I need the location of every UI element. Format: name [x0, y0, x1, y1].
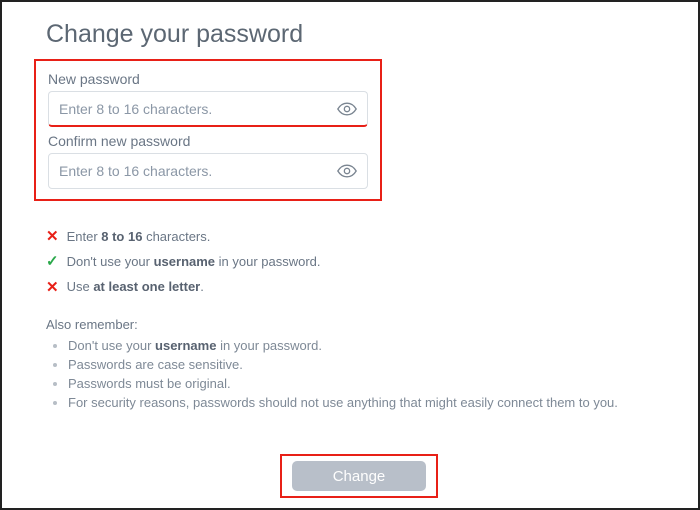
remember-list: Don't use your username in your password… — [46, 338, 654, 410]
check-icon: ✓ — [46, 250, 59, 273]
x-icon: ✕ — [46, 276, 59, 299]
list-item: Don't use your username in your password… — [68, 338, 654, 353]
validation-rules: ✕ Enter 8 to 16 characters. ✓ Don't use … — [46, 225, 654, 299]
confirm-password-input-wrap — [48, 153, 368, 189]
rule-letter: ✕ Use at least one letter. — [46, 276, 654, 299]
confirm-password-input[interactable] — [49, 163, 337, 179]
new-password-label: New password — [48, 71, 368, 87]
list-item: For security reasons, passwords should n… — [68, 395, 654, 410]
submit-button-region: Change — [280, 454, 438, 498]
new-password-input-wrap — [48, 91, 368, 127]
new-password-input[interactable] — [49, 101, 337, 117]
also-remember-title: Also remember: — [46, 317, 654, 332]
eye-icon[interactable] — [337, 102, 367, 116]
page-title: Change your password — [46, 20, 654, 49]
password-fields-region: New password Confirm new password — [34, 59, 382, 201]
confirm-password-label: Confirm new password — [48, 133, 368, 149]
change-button[interactable]: Change — [292, 461, 426, 491]
list-item: Passwords must be original. — [68, 376, 654, 391]
x-icon: ✕ — [46, 225, 59, 248]
rule-length: ✕ Enter 8 to 16 characters. — [46, 225, 654, 248]
eye-icon[interactable] — [337, 164, 367, 178]
rule-username: ✓ Don't use your username in your passwo… — [46, 250, 654, 273]
list-item: Passwords are case sensitive. — [68, 357, 654, 372]
